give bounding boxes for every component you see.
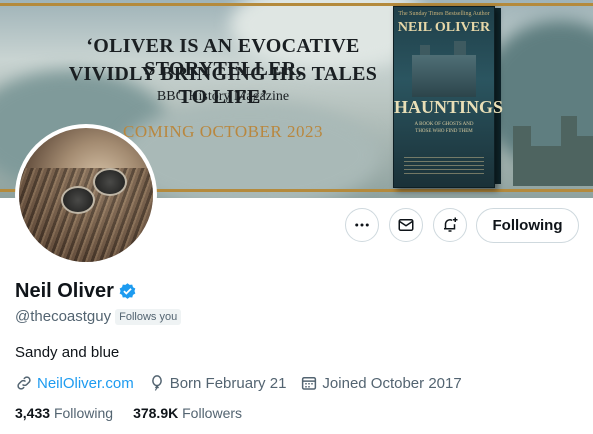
handle-row: @thecoastguy Follows you: [15, 308, 182, 325]
banner-quote-source: BBC History Magazine: [156, 89, 290, 104]
profile-avatar[interactable]: [15, 124, 157, 266]
name-row: Neil Oliver: [15, 280, 137, 303]
link-icon: [17, 376, 31, 390]
more-horizontal-icon: [355, 223, 369, 227]
website-item[interactable]: NeilOliver.com: [15, 374, 134, 392]
book-castle-illustration: [412, 41, 476, 97]
following-count: 3,433: [15, 405, 51, 421]
followers-stat[interactable]: 378.9K Followers: [133, 405, 242, 421]
book-title: HAUNTINGS: [394, 97, 504, 117]
followers-label: Followers: [182, 405, 243, 421]
birthday-item: Born February 21: [148, 374, 287, 392]
profile-bio: Sandy and blue: [15, 344, 120, 361]
notifications-button[interactable]: [433, 208, 467, 242]
book-author: NEIL OLIVER: [397, 20, 491, 35]
joined-date: Joined October 2017: [322, 374, 462, 392]
avatar-photo: [19, 128, 153, 262]
follow-stats: 3,433 Following 378.9K Followers: [15, 405, 262, 421]
book-blurb: [404, 157, 484, 177]
message-button[interactable]: [389, 208, 423, 242]
following-label: Following: [53, 405, 114, 421]
envelope-icon: [398, 219, 414, 231]
following-stat[interactable]: 3,433 Following: [15, 405, 113, 421]
following-button[interactable]: Following: [476, 208, 579, 243]
joined-item: Joined October 2017: [300, 374, 462, 392]
birth-date: Born February 21: [169, 374, 287, 392]
banner-border-top: [0, 3, 593, 6]
calendar-icon: [302, 377, 317, 390]
website-link[interactable]: NeilOliver.com: [37, 375, 134, 392]
verified-badge-icon[interactable]: [118, 282, 137, 301]
profile-meta: NeilOliver.com Born February 21 Joined O…: [15, 374, 476, 392]
user-handle: @thecoastguy: [15, 308, 112, 325]
followers-count: 378.9K: [133, 405, 179, 421]
balloon-icon: [151, 375, 162, 391]
book-tagline: The Sunday Times Bestselling Author: [398, 11, 490, 17]
follows-you-badge: Follows you: [115, 308, 182, 325]
more-button[interactable]: [345, 208, 379, 242]
castle-silhouette: [503, 106, 593, 186]
bell-plus-icon: [444, 217, 458, 232]
book-cover: The Sunday Times Bestselling Author NEIL…: [393, 6, 504, 188]
display-name: Neil Oliver: [15, 280, 114, 302]
book-subtitle: A BOOK OF GHOSTS AND THOSE WHO FIND THEM: [414, 122, 474, 134]
